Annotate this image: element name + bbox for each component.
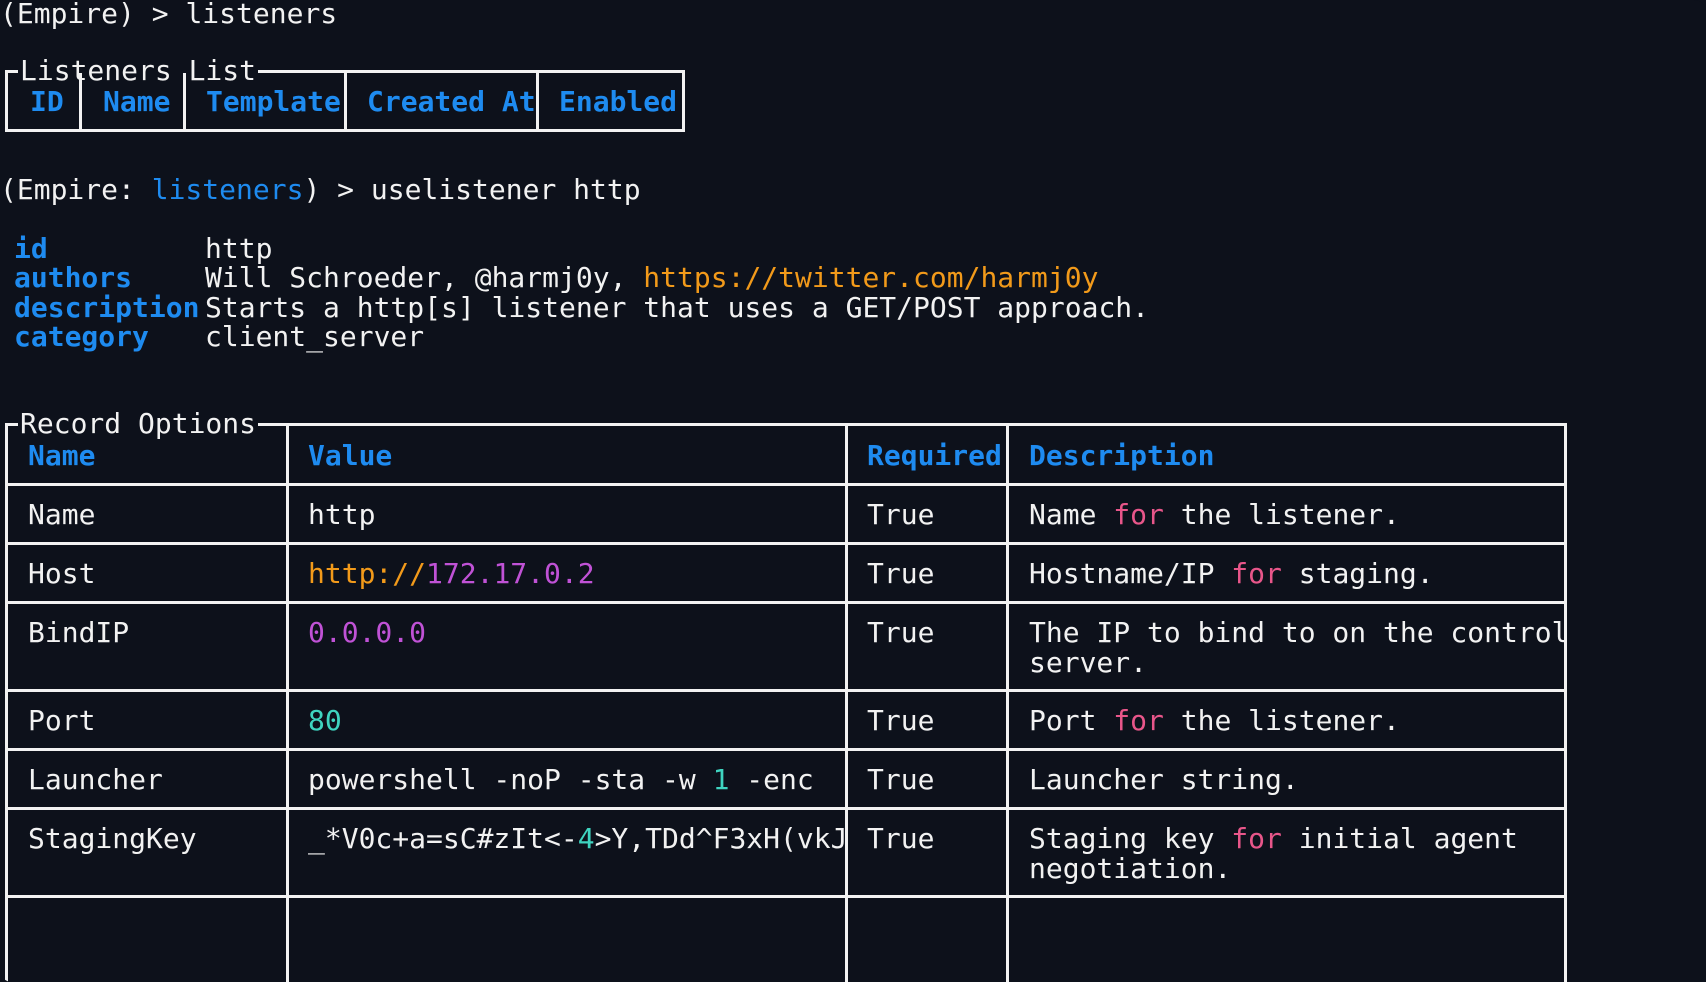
value-text: >Y,TDd^F3xH(vkJ xyxy=(594,822,848,855)
option-required: True xyxy=(867,498,935,531)
prompt-line-2: (Empire: listeners) > uselistener http xyxy=(0,174,641,206)
desc-text: Hostname/IP xyxy=(1029,557,1232,590)
option-name: StagingKey xyxy=(28,822,197,855)
authors-names: Will Schroeder, @harmj0y, xyxy=(205,261,644,294)
column-header-enabled: Enabled xyxy=(559,85,678,118)
desc-keyword: for xyxy=(1231,557,1282,590)
column-divider xyxy=(1006,426,1009,982)
option-description: Hostname/IP for staging. xyxy=(1029,558,1434,590)
info-value-authors: Will Schroeder, @harmj0y, https://twitte… xyxy=(205,262,1098,294)
column-header-value: Value xyxy=(308,439,393,472)
option-value: 80 xyxy=(308,704,342,737)
column-header-created-at: Created At xyxy=(367,85,536,118)
prompt-open: (Empire: xyxy=(0,173,152,206)
option-name: BindIP xyxy=(28,616,130,649)
desc-text: staging. xyxy=(1281,557,1434,590)
prompt-close: ) > xyxy=(303,173,371,206)
listeners-list-table: Listeners List ID Name Template Created … xyxy=(5,55,685,132)
option-value: 0.0.0.0 xyxy=(308,616,427,649)
desc-keyword: for xyxy=(1113,704,1164,737)
desc-text: the listener. xyxy=(1163,704,1400,737)
info-value-category: client_server xyxy=(205,320,425,353)
option-description-line1: Staging key for initial agent xyxy=(1029,823,1518,855)
column-header-required: Required xyxy=(867,439,1002,472)
desc-text: Port xyxy=(1029,704,1114,737)
option-description: Port for the listener. xyxy=(1029,705,1400,737)
desc-text: the listener. xyxy=(1163,498,1400,531)
option-value: http://172.17.0.2 xyxy=(308,558,595,590)
row-divider xyxy=(8,542,1564,545)
column-divider xyxy=(536,73,539,129)
row-divider xyxy=(8,807,1564,810)
option-name: Port xyxy=(28,704,96,737)
column-divider xyxy=(79,73,82,129)
option-description-line2: negotiation. xyxy=(1029,852,1232,885)
row-divider xyxy=(8,483,1564,486)
option-value: _*V0c+a=sC#zIt<-4>Y,TDd^F3xH(vkJ xyxy=(308,823,847,855)
record-options-title: Record Options xyxy=(18,407,259,440)
info-label-authors: authors xyxy=(14,261,133,294)
option-description-line2: server. xyxy=(1029,646,1148,679)
column-divider xyxy=(344,73,347,129)
column-header-name: Name xyxy=(103,85,171,118)
value-text: powershell -noP -sta -w xyxy=(308,763,713,796)
column-divider xyxy=(845,426,848,982)
desc-text: Name xyxy=(1029,498,1114,531)
option-required: True xyxy=(867,763,935,796)
command-text: listeners xyxy=(185,0,338,30)
value-number: 4 xyxy=(577,822,595,855)
desc-keyword: for xyxy=(1231,822,1282,855)
value-number: 1 xyxy=(712,763,730,796)
command-text: uselistener http xyxy=(370,173,641,206)
desc-text: Staging key xyxy=(1029,822,1232,855)
option-description: Launcher string. xyxy=(1029,763,1299,796)
option-name: Name xyxy=(28,498,96,531)
option-description: Name for the listener. xyxy=(1029,499,1400,531)
column-header-template: Template xyxy=(206,85,341,118)
value-scheme: http:// xyxy=(308,557,427,590)
column-divider xyxy=(183,73,186,129)
value-ip: 172.17.0.2 xyxy=(426,557,595,590)
column-header-description: Description xyxy=(1029,439,1215,472)
option-value: http xyxy=(308,498,376,531)
prompt-context: listeners xyxy=(151,173,304,206)
row-divider xyxy=(8,689,1564,692)
option-required: True xyxy=(867,616,935,649)
option-name: Launcher xyxy=(28,763,163,796)
row-divider xyxy=(8,895,1564,898)
option-name: Host xyxy=(28,557,96,590)
authors-link[interactable]: https://twitter.com/harmj0y xyxy=(643,261,1098,294)
prompt-line-1: (Empire) > listeners xyxy=(0,0,337,30)
info-label-category: category xyxy=(14,320,149,353)
value-text: _*V0c+a=sC#zIt<- xyxy=(308,822,578,855)
option-required: True xyxy=(867,704,935,737)
listeners-list-title: Listeners List xyxy=(18,54,259,87)
row-divider xyxy=(8,748,1564,751)
row-divider xyxy=(8,601,1564,604)
terminal-window[interactable]: (Empire) > listeners Listeners List ID N… xyxy=(0,0,1706,982)
value-text: -enc xyxy=(729,763,814,796)
record-options-table: Record Options Name Value Required Descr… xyxy=(5,408,1569,982)
column-divider xyxy=(286,426,289,982)
option-required: True xyxy=(867,822,935,855)
column-header-name: Name xyxy=(28,439,96,472)
option-required: True xyxy=(867,557,935,590)
option-value: powershell -noP -sta -w 1 -enc xyxy=(308,764,814,796)
prompt-prefix: (Empire) > xyxy=(0,0,186,30)
desc-text: initial agent xyxy=(1281,822,1518,855)
column-header-id: ID xyxy=(30,85,64,118)
desc-keyword: for xyxy=(1113,498,1164,531)
option-description-line1: The IP to bind to on the control xyxy=(1029,616,1569,649)
